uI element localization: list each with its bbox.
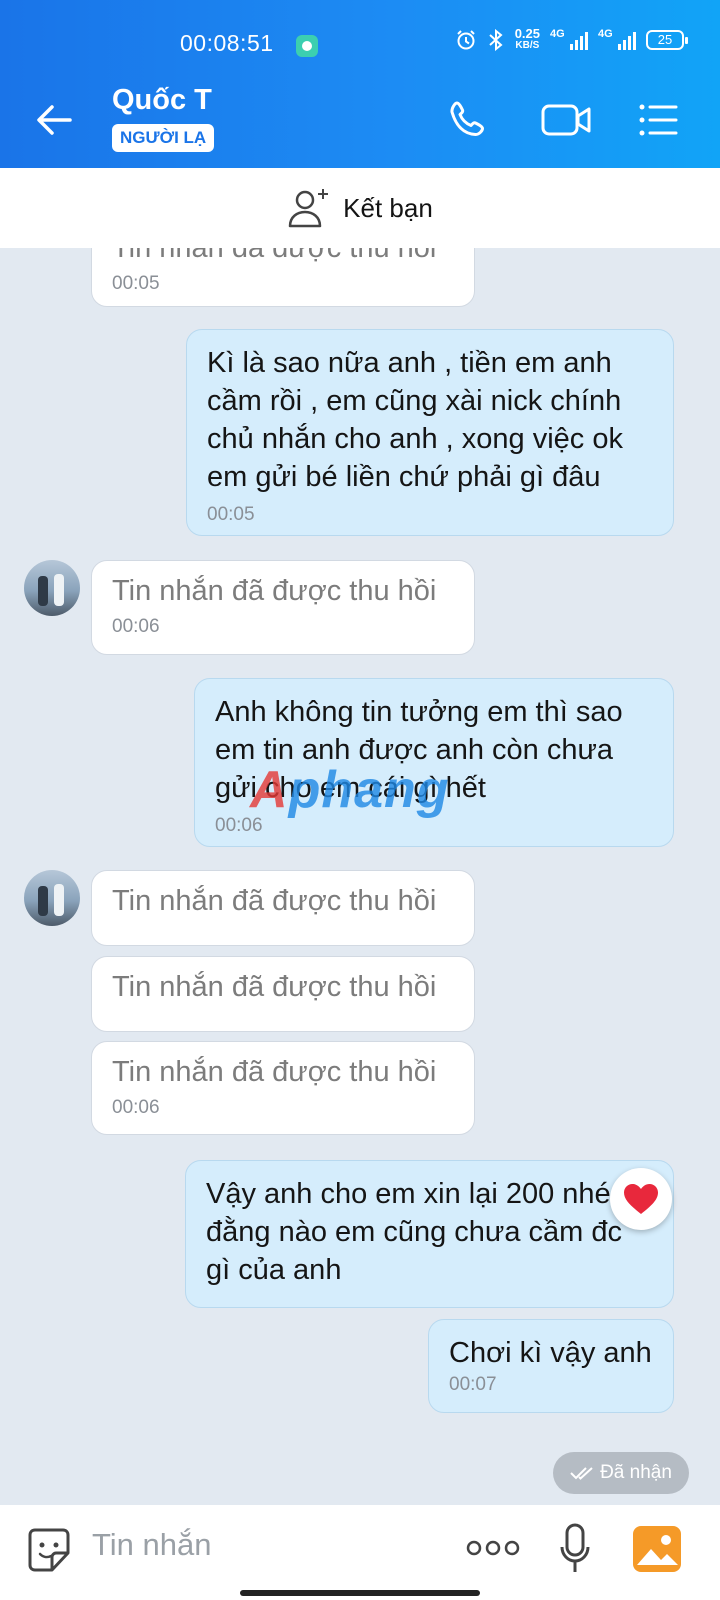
bluetooth-icon: [489, 29, 503, 51]
chat-header: Quốc T NGƯỜI LẠ: [0, 72, 720, 168]
message-outgoing[interactable]: Chơi kì vậy anh 00:07: [428, 1319, 674, 1413]
message-time: 00:06: [112, 616, 160, 637]
message-time: 00:06: [112, 1097, 160, 1118]
message-text: Tin nhắn đã được thu hồi: [112, 885, 437, 917]
contact-name[interactable]: Quốc T: [112, 84, 212, 117]
more-options-icon[interactable]: [466, 1539, 520, 1557]
message-time: 00:05: [207, 504, 255, 525]
message-time: 00:07: [449, 1374, 497, 1395]
delivery-status-text: Đã nhận: [600, 1462, 672, 1483]
composer-bar: Tin nhắn: [0, 1505, 720, 1600]
home-indicator: [240, 1590, 480, 1596]
notification-icon: [296, 35, 318, 57]
network-type-1: 4G: [550, 28, 565, 40]
message-outgoing[interactable]: Kì là sao nữa anh , tiền em anh cầm rồi …: [186, 329, 674, 536]
alarm-icon: [456, 30, 475, 50]
battery-level: 25: [657, 32, 673, 47]
message-text: Chơi kì vậy anh: [449, 1337, 652, 1369]
network-type-2: 4G: [598, 28, 613, 40]
network-speed: 0.25 KB/S: [514, 26, 540, 52]
signal-1-icon: 4G: [550, 28, 588, 50]
message-text: Kì là sao nữa anh , tiền em anh cầm rồi …: [207, 347, 623, 493]
reaction-heart[interactable]: [610, 1168, 672, 1230]
add-friend-bar-overlay: Kết bạn: [0, 168, 720, 248]
watermark-part-2: phang: [288, 761, 450, 819]
add-friend-label: Kết bạn: [343, 192, 433, 223]
message-incoming[interactable]: Tin nhắn đã được thu hồi: [91, 956, 475, 1032]
watermark: Aphang: [250, 760, 450, 820]
avatar[interactable]: [24, 870, 80, 926]
message-incoming[interactable]: Tin nhắn đã được thu hồi 00:06: [91, 1041, 475, 1135]
video-call-icon[interactable]: [540, 98, 592, 142]
signal-2-icon: 4G: [598, 28, 636, 50]
speed-value: 0.25: [514, 26, 540, 41]
stranger-badge: NGƯỜI LẠ: [112, 124, 215, 152]
back-arrow-icon[interactable]: [34, 100, 74, 140]
message-text: Tin nhắn đã được thu hồi: [112, 1056, 437, 1088]
status-bar: 00:08:51 0.25 KB/S 4G 4G 25: [0, 0, 720, 72]
status-time: 00:08:51: [180, 30, 274, 56]
sticker-icon[interactable]: [24, 1525, 74, 1575]
battery-icon: 25: [646, 30, 688, 50]
message-input[interactable]: Tin nhắn: [92, 1527, 212, 1563]
heart-icon: [624, 1184, 658, 1214]
watermark-part-1: A: [250, 761, 289, 819]
message-text: Tin nhắn đã được thu hồi: [112, 575, 437, 607]
message-text: Vậy anh cho em xin lại 200 nhé , đằng nà…: [206, 1178, 627, 1286]
top-bar: 00:08:51 0.25 KB/S 4G 4G 25 Quốc T NGƯỜI…: [0, 0, 720, 168]
message-text: Tin nhắn đã được thu hồi: [112, 971, 437, 1003]
menu-list-icon[interactable]: [636, 98, 680, 142]
add-friend-icon: [288, 189, 329, 228]
message-time: 00:05: [112, 273, 160, 294]
message-incoming[interactable]: Tin nhắn đã được thu hồi 00:06: [91, 560, 475, 655]
delivery-status-badge: Đã nhận: [553, 1452, 689, 1494]
status-icons: 0.25 KB/S 4G 4G 25: [455, 26, 688, 52]
speed-unit: KB/S: [515, 40, 540, 51]
avatar[interactable]: [24, 560, 80, 616]
phone-icon[interactable]: [448, 98, 492, 142]
message-incoming[interactable]: Tin nhắn đã được thu hồi: [91, 870, 475, 946]
message-outgoing[interactable]: Vậy anh cho em xin lại 200 nhé , đằng nà…: [185, 1160, 674, 1308]
microphone-icon[interactable]: [560, 1523, 590, 1575]
double-check-icon: [570, 1467, 593, 1480]
image-gallery-icon[interactable]: [632, 1525, 682, 1573]
